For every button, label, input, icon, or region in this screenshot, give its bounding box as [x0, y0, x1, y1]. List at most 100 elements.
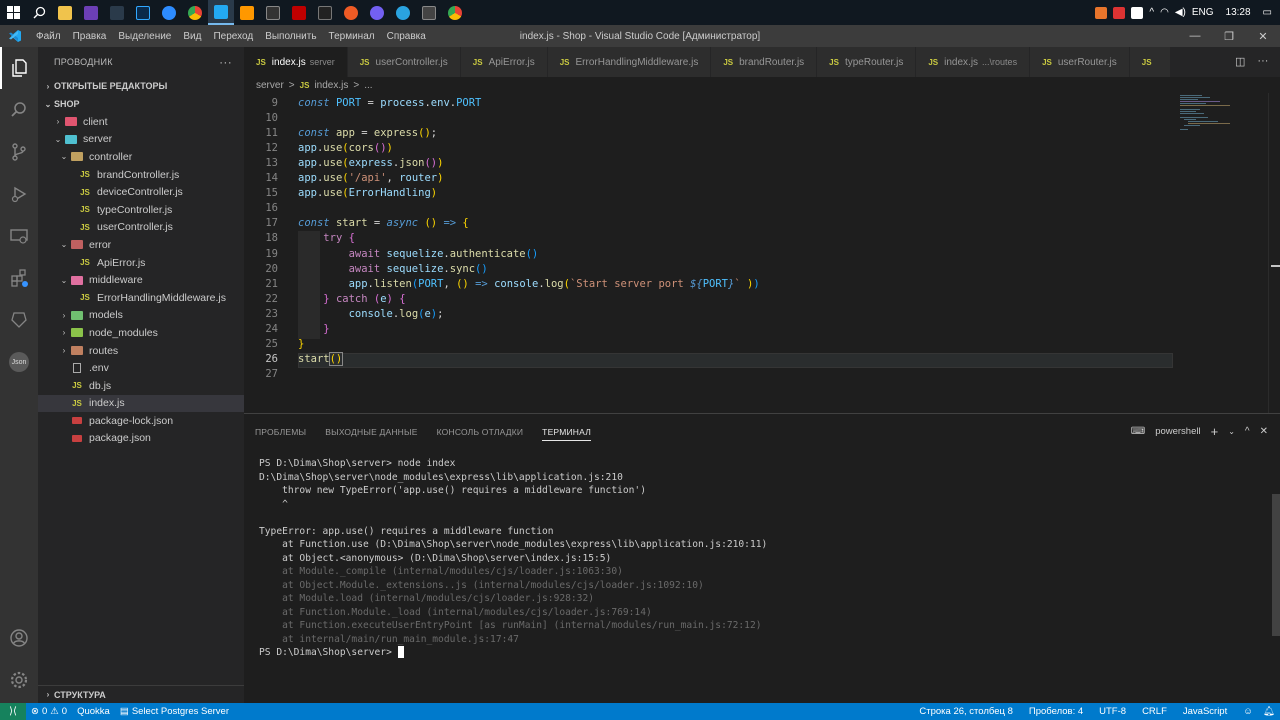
docker-icon[interactable] — [0, 299, 38, 341]
code-line[interactable]: 10 — [244, 110, 1174, 125]
panel-tab[interactable]: ПРОБЛЕМЫ — [255, 423, 306, 441]
tree-file[interactable]: JS ErrorHandlingMiddleware.js — [38, 289, 244, 307]
notifications-bell-icon[interactable]: 🔔︎ — [1258, 706, 1280, 717]
wifi-icon[interactable]: ◠ — [1160, 7, 1169, 18]
code-line[interactable]: 21 app.listen(PORT, () => console.log(`S… — [244, 276, 1174, 291]
cmd-icon[interactable] — [312, 0, 338, 25]
code-line[interactable]: 15 app.use(ErrorHandling) — [244, 186, 1174, 201]
code-line[interactable]: 13 app.use(express.json()) — [244, 155, 1174, 170]
tray-clock[interactable]: 13:28 — [1226, 7, 1251, 18]
minimize-icon[interactable]: — — [1178, 25, 1212, 47]
editor-tab[interactable]: JS — [1129, 47, 1171, 77]
menu-item[interactable]: Файл — [30, 31, 67, 42]
close-panel-icon[interactable]: ✕ — [1260, 426, 1268, 437]
tree-file[interactable]: JS db.js — [38, 377, 244, 395]
extensions-icon[interactable] — [0, 257, 38, 299]
code-line[interactable]: 25} — [244, 337, 1174, 352]
code-editor[interactable]: 9 const PORT = process.env.PORT 10 11 const … — [244, 93, 1280, 413]
account-icon[interactable] — [0, 617, 38, 659]
maximize-panel-icon[interactable]: ^ — [1245, 426, 1250, 437]
code-line[interactable]: 9 const PORT = process.env.PORT — [244, 95, 1174, 110]
code-line[interactable]: 14 app.use('/api', router) — [244, 171, 1174, 186]
media-icon[interactable] — [416, 0, 442, 25]
terminal-app-icon[interactable] — [260, 0, 286, 25]
terminal-scrollbar[interactable] — [1272, 494, 1280, 636]
tree-file[interactable]: JS userController.js — [38, 219, 244, 237]
chrome-2-icon[interactable] — [442, 0, 468, 25]
tree-folder[interactable]: › client — [38, 113, 244, 131]
pin-icon[interactable] — [104, 0, 130, 25]
editor-tab[interactable]: JS typeRouter.js — [817, 47, 917, 77]
shell-selector[interactable]: powershell — [1155, 426, 1200, 437]
open-editors-section[interactable]: › ОТКРЫТЫЕ РЕДАКТОРЫ — [38, 77, 244, 95]
tree-folder[interactable]: › node_modules — [38, 324, 244, 342]
tree-file[interactable]: JS ApiError.js — [38, 254, 244, 272]
quokka-status[interactable]: Quokka — [72, 706, 115, 717]
tree-file[interactable]: package.json — [38, 430, 244, 448]
json-icon[interactable]: Json — [0, 341, 38, 383]
menu-item[interactable]: Справка — [381, 31, 432, 42]
code-line[interactable]: 20 await sequelize.sync() — [244, 261, 1174, 276]
editor-tab[interactable]: JS ApiError.js — [460, 47, 548, 77]
terminal-output[interactable]: PS D:\Dima\Shop\server> node index D:\Dim… — [259, 457, 767, 660]
terminal-prompt-line[interactable]: PS D:\Dima\Shop\server> — [259, 646, 767, 660]
code-line[interactable]: 12 app.use(cors()) — [244, 140, 1174, 155]
code-line[interactable]: 11 const app = express(); — [244, 125, 1174, 140]
menu-item[interactable]: Вид — [177, 31, 207, 42]
menu-item[interactable]: Терминал — [323, 31, 381, 42]
editor-tab[interactable]: JS userRouter.js — [1030, 47, 1130, 77]
breadcrumb-server[interactable]: server — [256, 80, 284, 91]
add-terminal-icon[interactable]: + — [1211, 424, 1219, 439]
source-control-icon[interactable] — [0, 131, 38, 173]
code-line[interactable]: 16 — [244, 201, 1174, 216]
code-line[interactable]: 17 const start = async () => { — [244, 216, 1174, 231]
restore-icon[interactable]: ❐ — [1212, 25, 1246, 47]
menu-item[interactable]: Выполнить — [259, 31, 322, 42]
tree-folder[interactable]: ⌄ server — [38, 131, 244, 149]
chrome-icon[interactable] — [182, 0, 208, 25]
code-line[interactable]: 24 } — [244, 322, 1174, 337]
tray-app-2-icon[interactable] — [1113, 6, 1126, 19]
run-debug-icon[interactable] — [0, 173, 38, 215]
chevron-down-icon[interactable]: ⌄ — [1228, 427, 1235, 436]
code-line[interactable]: 22 } catch (e) { — [244, 291, 1174, 306]
telegram-icon[interactable] — [390, 0, 416, 25]
tree-folder[interactable]: ⌄ controller — [38, 148, 244, 166]
tray-expand-icon[interactable]: ^ — [1149, 7, 1154, 18]
filezilla-icon[interactable] — [286, 0, 312, 25]
tree-folder[interactable]: › routes — [38, 342, 244, 360]
outline-section[interactable]: › СТРУКТУРА — [38, 685, 244, 703]
windows-start-icon[interactable] — [0, 0, 26, 25]
breadcrumb-symbol[interactable]: ... — [364, 80, 372, 91]
editor-tab[interactable]: JS userController.js — [347, 47, 461, 77]
tree-folder[interactable]: › models — [38, 307, 244, 325]
remote-explorer-icon[interactable] — [0, 215, 38, 257]
more-actions-icon[interactable]: ··· — [219, 55, 232, 69]
postgres-status[interactable]: ▤ Select Postgres Server — [115, 706, 234, 717]
settings-gear-icon[interactable] — [0, 659, 38, 701]
tree-file[interactable]: JS brandController.js — [38, 166, 244, 184]
eol-status[interactable]: CRLF — [1137, 706, 1172, 717]
tray-app-3-icon[interactable] — [1131, 6, 1144, 19]
file-explorer-icon[interactable] — [52, 0, 78, 25]
photoshop-icon[interactable] — [130, 0, 156, 25]
language-status[interactable]: JavaScript — [1178, 706, 1232, 717]
tray-language[interactable]: ENG — [1192, 7, 1214, 18]
menu-item[interactable]: Переход — [207, 31, 259, 42]
cursor-position[interactable]: Строка 26, столбец 8 — [914, 706, 1018, 717]
tree-file[interactable]: .env — [38, 359, 244, 377]
tree-file[interactable]: JS index.js — [38, 394, 244, 413]
minimap[interactable] — [1176, 93, 1266, 138]
search-icon[interactable] — [0, 89, 38, 131]
code-line[interactable]: 23 console.log(e); — [244, 306, 1174, 321]
tree-file[interactable]: JS deviceController.js — [38, 183, 244, 201]
code-line[interactable]: 27 — [244, 367, 1174, 382]
remote-icon[interactable]: ⟩⟨ — [0, 703, 26, 720]
editor-scrollbar[interactable] — [1268, 93, 1280, 413]
feedback-icon[interactable]: ☺ — [1238, 706, 1258, 717]
viber-icon[interactable] — [364, 0, 390, 25]
workspace-section[interactable]: ⌄ SHOP — [38, 95, 244, 113]
editor-tab[interactable]: JS ErrorHandlingMiddleware.js — [547, 47, 712, 77]
editor-tab[interactable]: JS index.js ...\routes — [916, 47, 1031, 77]
tray-app-icon[interactable] — [1095, 6, 1108, 19]
